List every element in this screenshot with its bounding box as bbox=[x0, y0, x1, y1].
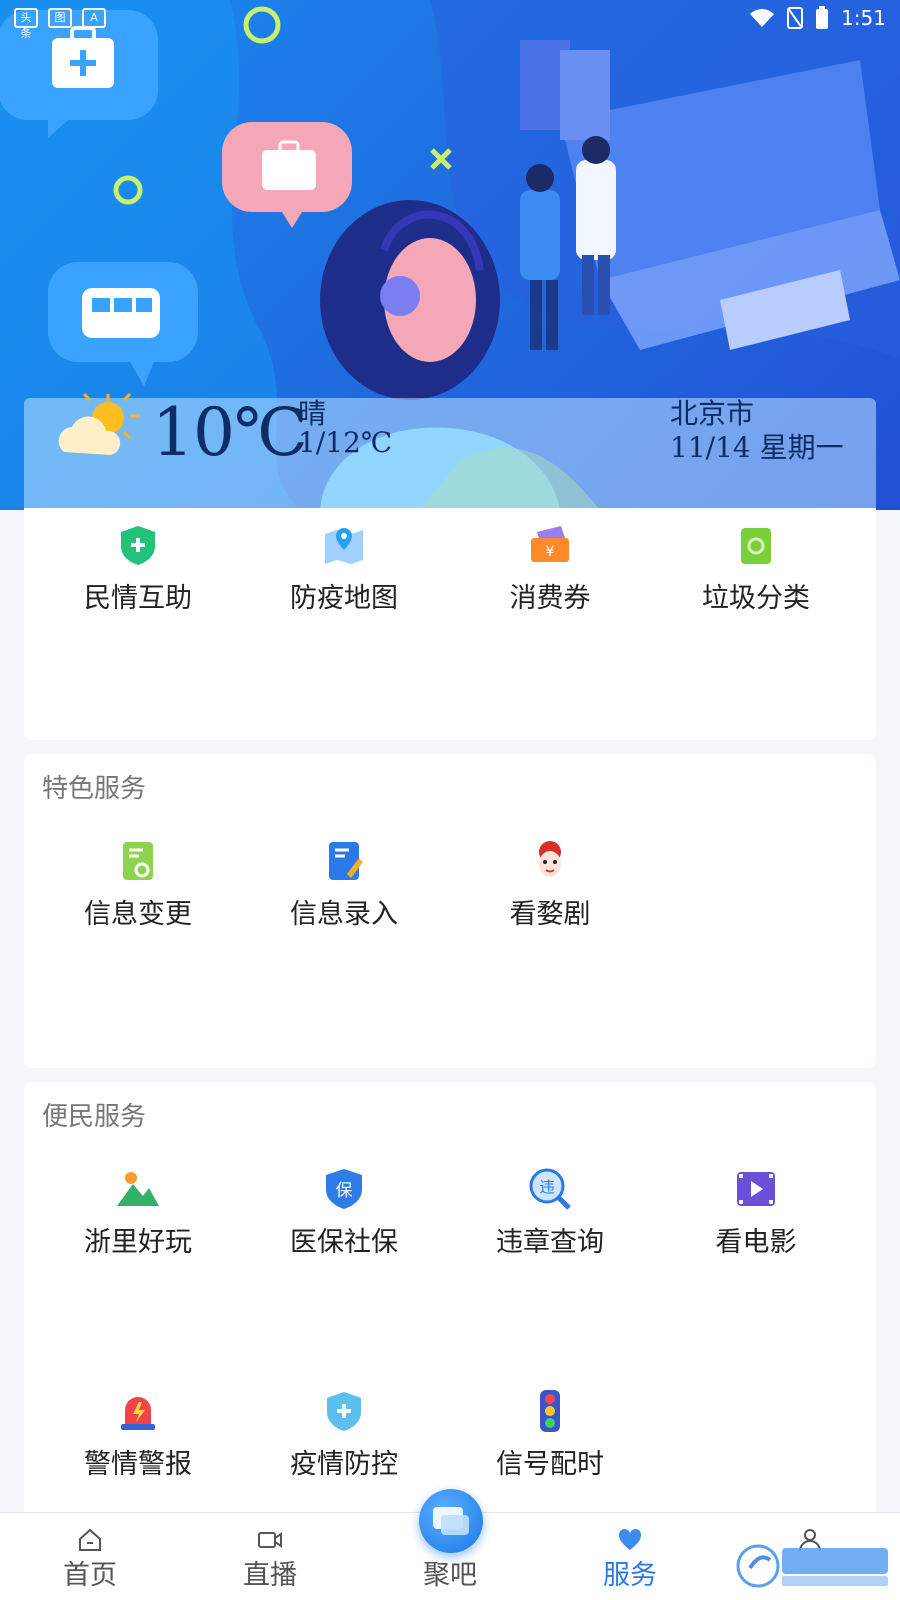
convenience-services-card: 便民服务 浙里好玩 保 医保社保 违 违章查询 看电影 警情警报 疫情防控 信号… bbox=[24, 1082, 876, 1522]
service-label: 信息录入 bbox=[290, 899, 398, 930]
service-info-change[interactable]: 信息变更 bbox=[35, 838, 241, 938]
service-label: 看电影 bbox=[715, 1227, 797, 1258]
font-notification-icon: A bbox=[82, 8, 106, 28]
bottom-tab-bar: 首页 直播 聚吧 服务 bbox=[0, 1489, 900, 1600]
svg-text:违: 违 bbox=[539, 1178, 554, 1196]
service-zheli-fun[interactable]: 浙里好玩 bbox=[35, 1166, 241, 1266]
home-icon bbox=[79, 1528, 101, 1551]
watermark-logo bbox=[736, 1544, 888, 1588]
svg-text:¥: ¥ bbox=[546, 544, 555, 560]
tab-live[interactable]: 直播 bbox=[210, 1513, 330, 1600]
alarm-light-icon bbox=[121, 1397, 155, 1430]
service-label: 消费券 bbox=[509, 583, 591, 614]
traffic-light-icon bbox=[540, 1390, 560, 1432]
opera-mask-icon bbox=[539, 841, 561, 877]
violation-search-icon: 违 bbox=[529, 1168, 571, 1210]
service-watch-movie[interactable]: 看电影 bbox=[653, 1166, 859, 1266]
service-medical-social-insurance[interactable]: 保 医保社保 bbox=[241, 1166, 447, 1266]
wifi-icon bbox=[750, 9, 775, 27]
service-label: 疫情防控 bbox=[290, 1449, 398, 1480]
status-bar: 头条 图 A 1:51 bbox=[0, 0, 900, 40]
map-pin-icon bbox=[325, 528, 363, 564]
battery-icon bbox=[816, 6, 829, 29]
service-epidemic-map[interactable]: 防疫地图 bbox=[241, 522, 447, 622]
no-sim-icon bbox=[787, 7, 804, 29]
tab-label: 直播 bbox=[243, 1560, 297, 1591]
shield-plus-icon bbox=[121, 526, 155, 565]
service-police-alert[interactable]: 警情警报 bbox=[35, 1388, 241, 1488]
service-label: 违章查询 bbox=[496, 1227, 604, 1258]
tab-label: 首页 bbox=[63, 1560, 117, 1591]
toutiao-notification-icon: 头条 bbox=[14, 8, 38, 40]
chat-bubble-icon[interactable] bbox=[419, 1489, 483, 1553]
service-label: 信号配时 bbox=[496, 1449, 604, 1480]
coupon-icon: ¥ bbox=[531, 526, 569, 562]
temperature: 10℃ bbox=[152, 394, 308, 471]
service-info-entry[interactable]: 信息录入 bbox=[241, 838, 447, 938]
service-violation-query[interactable]: 违 违章查询 bbox=[447, 1166, 653, 1266]
svg-text:保: 保 bbox=[336, 1181, 353, 1201]
date-weekday: 11/14 星期一 bbox=[670, 431, 844, 464]
service-label: 民情互助 bbox=[84, 583, 192, 614]
hero-banner: 头条 图 A 1:51 10℃ 晴 1/12℃ 北京市 11/14 星期一 bbox=[0, 0, 900, 510]
service-label: 警情警报 bbox=[84, 1449, 192, 1480]
medical-shield-icon bbox=[327, 1392, 361, 1431]
video-icon bbox=[258, 1532, 282, 1548]
document-refresh-icon bbox=[123, 842, 153, 880]
service-garbage-sorting[interactable]: 垃圾分类 bbox=[653, 522, 859, 622]
temperature-range: 1/12℃ bbox=[298, 426, 393, 459]
section-title: 便民服务 bbox=[42, 1102, 147, 1132]
tab-label: 服务 bbox=[603, 1560, 657, 1591]
section-title: 特色服务 bbox=[42, 774, 147, 804]
insurance-shield-icon: 保 bbox=[326, 1169, 362, 1209]
film-icon bbox=[737, 1172, 775, 1206]
partly-sunny-icon bbox=[58, 392, 140, 455]
tab-home[interactable]: 首页 bbox=[30, 1513, 150, 1600]
service-wu-opera[interactable]: 看婺剧 bbox=[447, 838, 653, 938]
service-label: 信息变更 bbox=[84, 899, 192, 930]
service-label: 防疫地图 bbox=[290, 583, 398, 614]
service-consumer-coupon[interactable]: ¥ 消费券 bbox=[447, 522, 653, 622]
mountain-icon bbox=[117, 1172, 159, 1206]
quick-services-card: 民情互助 防疫地图 ¥ 消费券 垃圾分类 bbox=[24, 508, 876, 740]
service-signal-timing[interactable]: 信号配时 bbox=[447, 1388, 653, 1488]
clock: 1:51 bbox=[841, 6, 886, 30]
gallery-notification-icon: 图 bbox=[48, 8, 72, 28]
recycle-bin-icon bbox=[741, 528, 771, 564]
service-label: 看婺剧 bbox=[509, 899, 591, 930]
featured-services-card: 特色服务 信息变更 信息录入 看婺剧 bbox=[24, 754, 876, 1068]
service-minqing-huzhu[interactable]: 民情互助 bbox=[35, 522, 241, 622]
service-label: 浙里好玩 bbox=[84, 1227, 192, 1258]
service-label: 医保社保 bbox=[290, 1227, 398, 1258]
service-epidemic-control[interactable]: 疫情防控 bbox=[241, 1388, 447, 1488]
tab-label: 聚吧 bbox=[423, 1560, 477, 1591]
document-edit-icon bbox=[329, 842, 363, 880]
heart-icon bbox=[618, 1528, 642, 1550]
tab-service[interactable]: 服务 bbox=[570, 1513, 690, 1600]
weather-widget[interactable]: 10℃ 晴 1/12℃ 北京市 11/14 星期一 bbox=[24, 392, 876, 510]
service-label: 垃圾分类 bbox=[702, 583, 810, 614]
